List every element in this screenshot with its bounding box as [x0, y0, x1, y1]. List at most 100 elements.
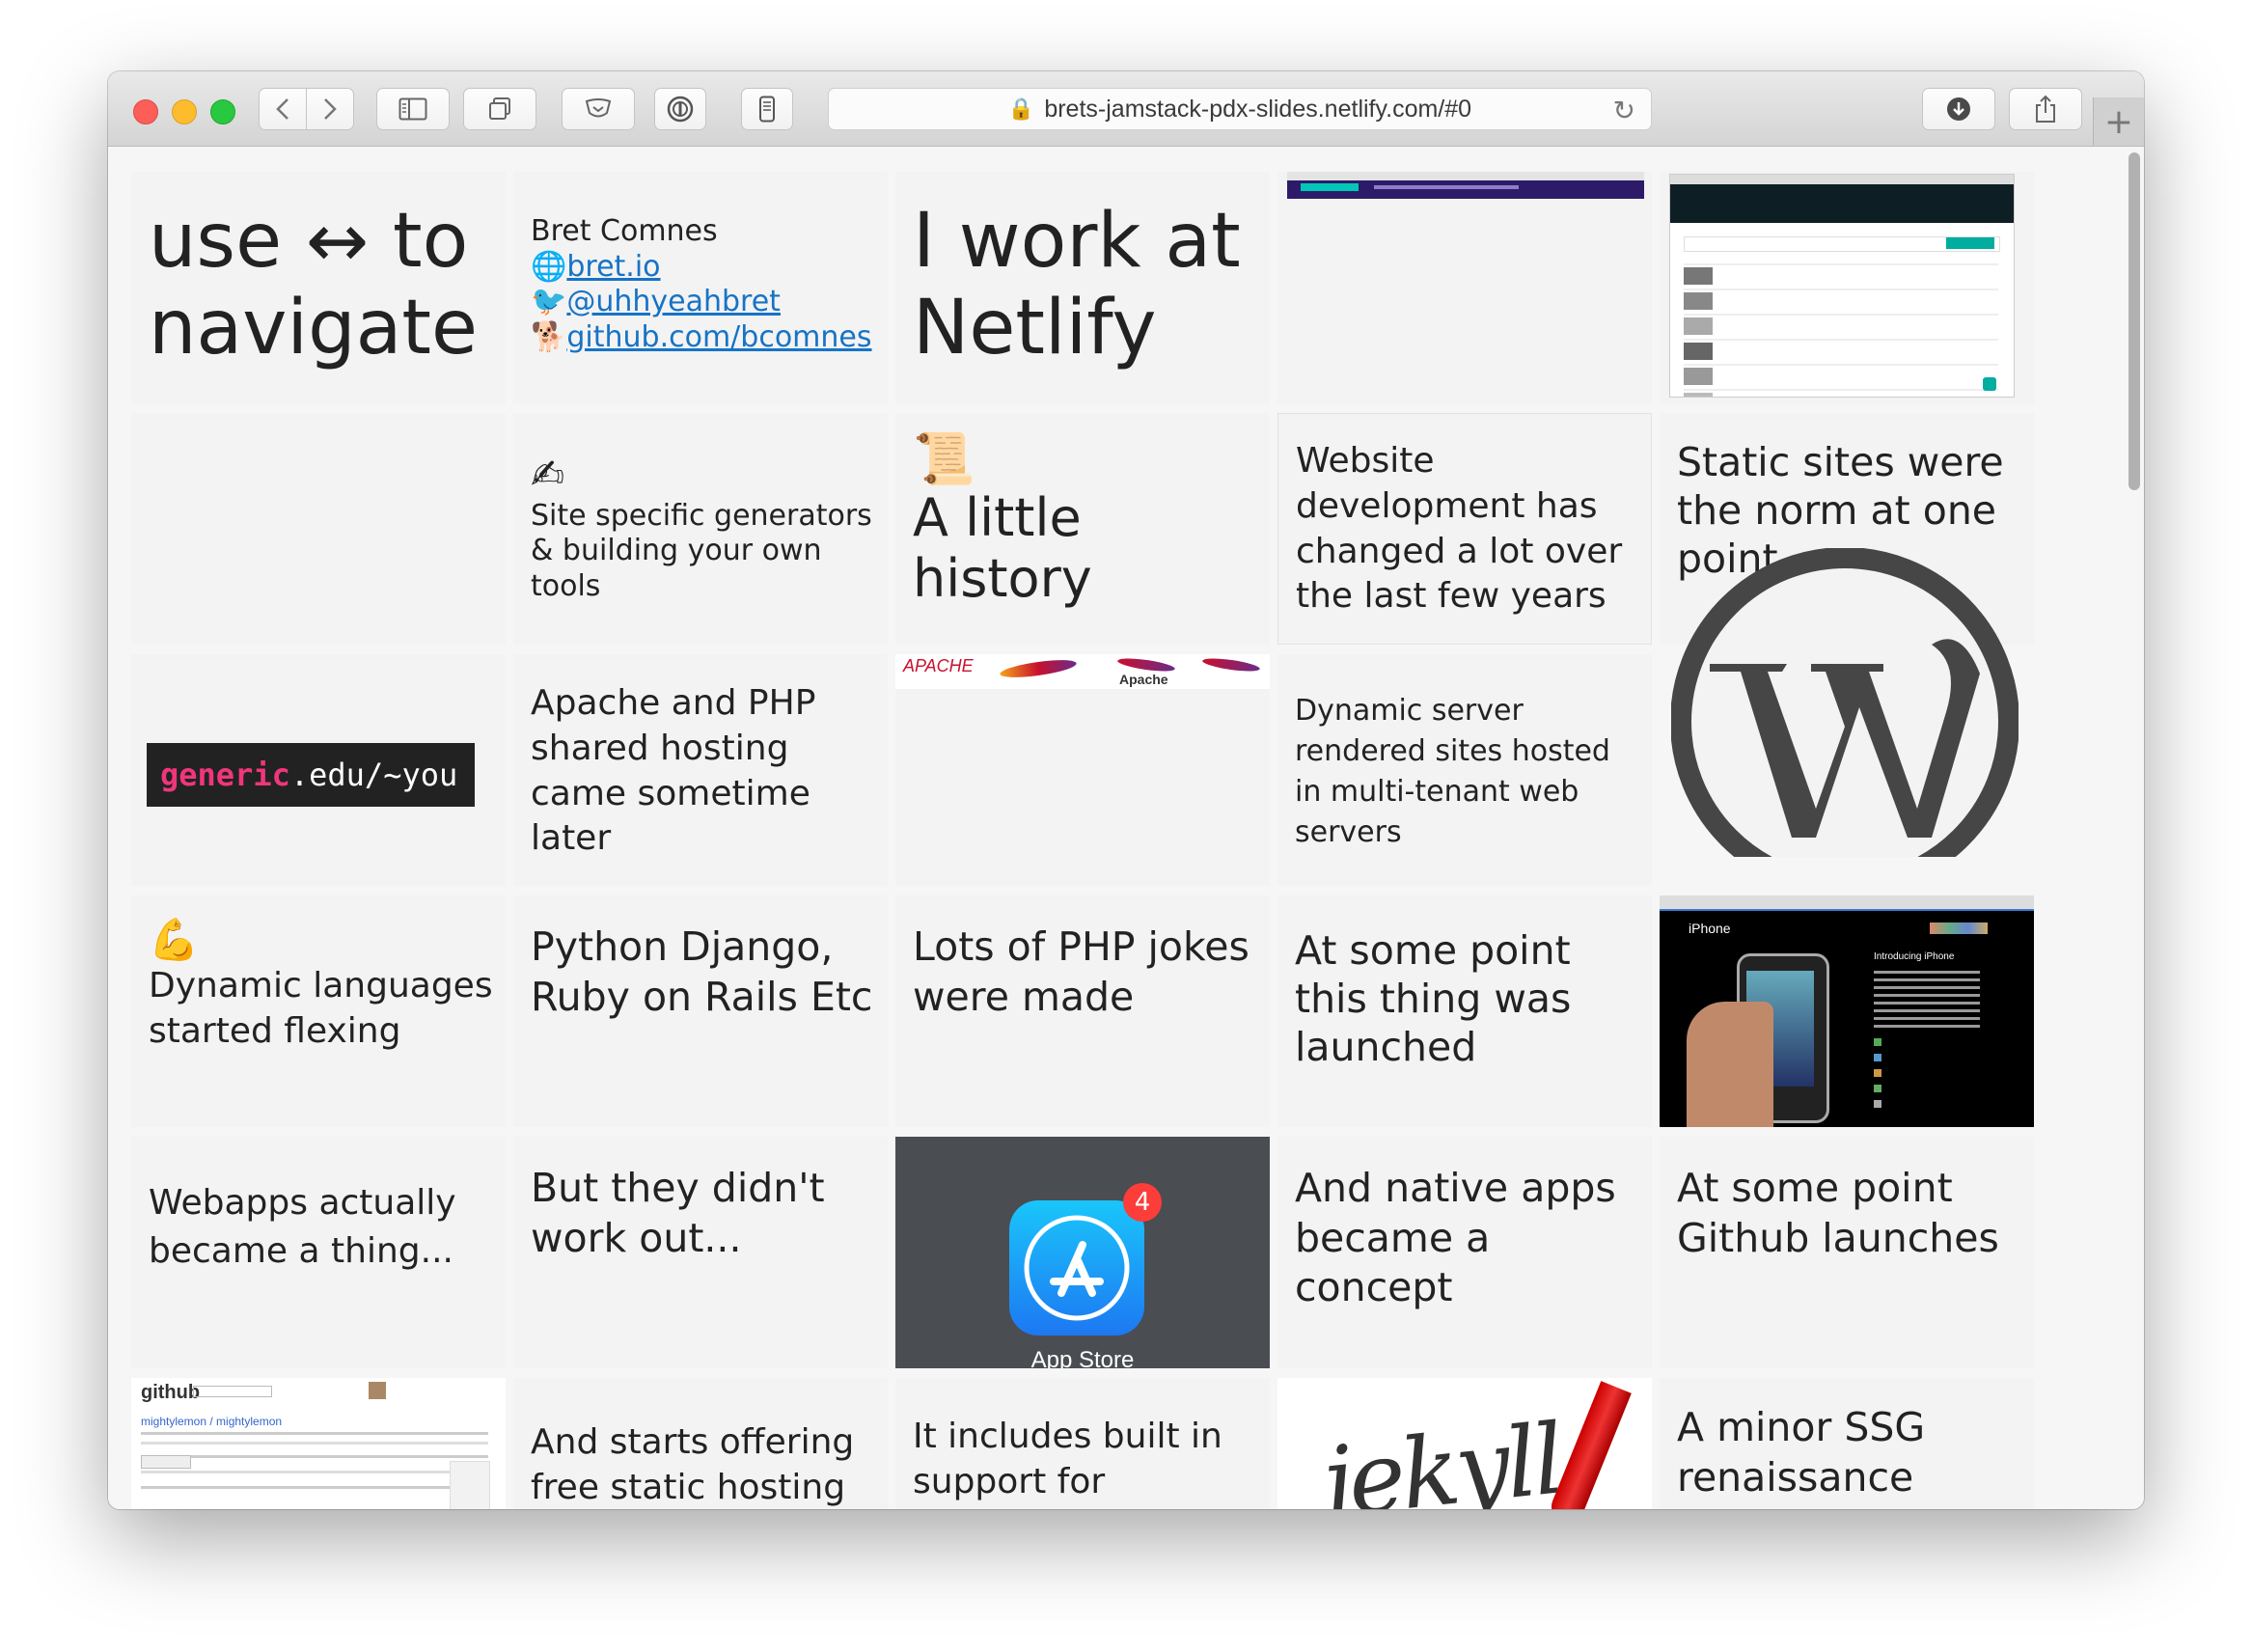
slide-25[interactable]: At some point Github launches	[1660, 1137, 2034, 1368]
minimize-window-button[interactable]	[172, 99, 197, 124]
site-link[interactable]: bret.io	[566, 250, 660, 284]
slide-21[interactable]: Webapps actually became a thing...	[131, 1137, 506, 1368]
lock-icon: 🔒	[1007, 96, 1035, 121]
slide-11[interactable]: generic .edu/~you	[131, 654, 506, 886]
slide-text: At some point Github launches	[1677, 1165, 1999, 1261]
repo-name: mightylemon / mightylemon	[141, 1415, 283, 1428]
github-logo-text: github	[141, 1382, 201, 1403]
slide-9[interactable]: Website development has changed a lot ov…	[1277, 413, 1652, 645]
slide-29[interactable]: jekyll	[1277, 1378, 1652, 1509]
app-store-icon	[1009, 1200, 1144, 1335]
apache-label: Apache	[1119, 672, 1168, 687]
chevron-left-icon	[276, 98, 288, 120]
iphone-brand: iPhone	[1689, 921, 1731, 936]
slide-text: Dynamic languages started flexing	[149, 965, 493, 1051]
slide-text: But they didn't work out...	[531, 1165, 825, 1261]
slide-30[interactable]: A minor SSG renaissance	[1660, 1378, 2034, 1509]
reader-button[interactable]	[741, 88, 793, 130]
slide-text: Webapps actually became a thing...	[149, 1183, 456, 1272]
slide-15[interactable]	[1660, 548, 2034, 886]
address-bar[interactable]: 🔒 brets-jamstack-pdx-slides.netlify.com/…	[828, 88, 1652, 130]
reading-button[interactable]	[562, 88, 635, 130]
slide-text: A minor SSG renaissance	[1677, 1404, 1926, 1501]
iphone-heading: Introducing iPhone	[1874, 951, 1955, 962]
slide-text: Python Django, Ruby on Rails Etc	[531, 923, 873, 1020]
slide-28[interactable]: It includes built in support for	[895, 1378, 1270, 1509]
slide-text: A little history	[913, 487, 1092, 609]
github-screenshot: github mightylemon / mightylemon	[131, 1378, 506, 1509]
share-icon	[2036, 95, 2055, 123]
plus-icon: +	[2103, 101, 2134, 142]
slide-14[interactable]: Dynamic server rendered sites hosted in …	[1277, 654, 1652, 886]
bird-icon: 🐦	[531, 285, 567, 319]
slide-text: use ↔ to navigate	[149, 198, 478, 372]
tab-overview-button[interactable]	[463, 88, 536, 130]
sidebar-icon	[398, 97, 427, 121]
onepassword-icon	[667, 96, 694, 123]
slides-overview: use ↔ to navigate Bret Comnes 🌐bret.io 🐦…	[108, 147, 2144, 1509]
chevron-right-icon	[324, 98, 337, 120]
sidebar-button[interactable]	[376, 88, 450, 130]
share-button[interactable]	[2009, 88, 2082, 130]
new-tab-button[interactable]: +	[2093, 97, 2144, 146]
slide-2[interactable]: Bret Comnes 🌐bret.io 🐦@uhhyeahbret 🐕gith…	[513, 172, 888, 403]
slide-18[interactable]: Lots of PHP jokes were made	[895, 895, 1270, 1127]
jekyll-logo: jekyll	[1316, 1402, 1566, 1509]
zoom-window-button[interactable]	[210, 99, 235, 124]
slide-text: Website development has changed a lot ov…	[1296, 441, 1623, 617]
slide-13[interactable]: APACHE Apache	[895, 654, 1270, 886]
netlify-screenshot	[1287, 172, 1644, 199]
apache-wordmark: APACHE	[903, 656, 974, 675]
globe-icon: 🌐	[531, 249, 567, 284]
writing-hand-icon: ✍	[531, 451, 565, 498]
dog-icon: 🐕	[531, 319, 567, 354]
slide-6[interactable]	[131, 413, 506, 645]
slide-text: Site specific generators & building your…	[531, 498, 872, 603]
url-text: brets-jamstack-pdx-slides.netlify.com/#0	[1044, 95, 1472, 123]
slide-16[interactable]: 💪 Dynamic languages started flexing	[131, 895, 506, 1127]
reload-icon[interactable]: ↻	[1613, 95, 1635, 126]
slide-text: I work at Netlify	[913, 198, 1241, 372]
app-store-glyph	[1024, 1215, 1130, 1321]
vertical-scrollbar[interactable]	[2128, 152, 2140, 490]
netlify-dashboard-screenshot	[1669, 174, 2015, 398]
flexed-biceps-icon: 💪	[149, 916, 200, 963]
twitter-link[interactable]: @uhhyeahbret	[566, 285, 781, 318]
iphone-launch-screenshot: iPhone Introducing iPhone	[1660, 895, 2034, 1127]
slide-8[interactable]: 📜 A little history	[895, 413, 1270, 645]
downloads-button[interactable]	[1922, 88, 1995, 130]
forward-button[interactable]	[306, 88, 354, 130]
download-icon	[1947, 97, 1970, 121]
slide-27[interactable]: And starts offering free static hosting	[513, 1378, 888, 1509]
slide-26[interactable]: github mightylemon / mightylemon	[131, 1378, 506, 1509]
slide-3[interactable]: I work at Netlify	[895, 172, 1270, 403]
wordpress-logo	[1671, 548, 2019, 857]
author-name: Bret Comnes	[531, 214, 718, 248]
slide-20[interactable]: iPhone Introducing iPhone	[1660, 895, 2034, 1127]
app-store-label: App Store	[1030, 1347, 1135, 1368]
slide-12[interactable]: Apache and PHP shared hosting came somet…	[513, 654, 888, 886]
slide-17[interactable]: Python Django, Ruby on Rails Etc	[513, 895, 888, 1127]
close-window-button[interactable]	[133, 99, 158, 124]
test-tube-icon	[1547, 1381, 1632, 1509]
slide-4[interactable]	[1277, 172, 1652, 403]
slide-text: Apache and PHP shared hosting came somet…	[531, 683, 816, 859]
slide-22[interactable]: But they didn't work out...	[513, 1137, 888, 1368]
slide-1[interactable]: use ↔ to navigate	[131, 172, 506, 403]
back-button[interactable]	[259, 88, 307, 130]
scroll-icon: 📜	[913, 430, 975, 488]
browser-window: 🔒 brets-jamstack-pdx-slides.netlify.com/…	[108, 71, 2144, 1509]
pocket-icon	[585, 98, 612, 118]
slide-24[interactable]: And native apps became a concept	[1277, 1137, 1652, 1368]
tabs-icon	[489, 97, 510, 120]
slide-19[interactable]: At some point this thing was launched	[1277, 895, 1652, 1127]
slide-5[interactable]	[1660, 172, 2034, 403]
code-highlight: generic	[160, 757, 290, 793]
github-link[interactable]: github.com/bcomnes	[566, 320, 871, 354]
slide-7[interactable]: ✍ Site specific generators & building yo…	[513, 413, 888, 645]
toolbar: 🔒 brets-jamstack-pdx-slides.netlify.com/…	[108, 71, 2144, 147]
slide-text: It includes built in support for	[913, 1417, 1222, 1501]
slide-23[interactable]: 4 App Store	[895, 1137, 1270, 1368]
password-manager-button[interactable]	[654, 88, 706, 130]
slide-text: Lots of PHP jokes were made	[913, 923, 1250, 1020]
